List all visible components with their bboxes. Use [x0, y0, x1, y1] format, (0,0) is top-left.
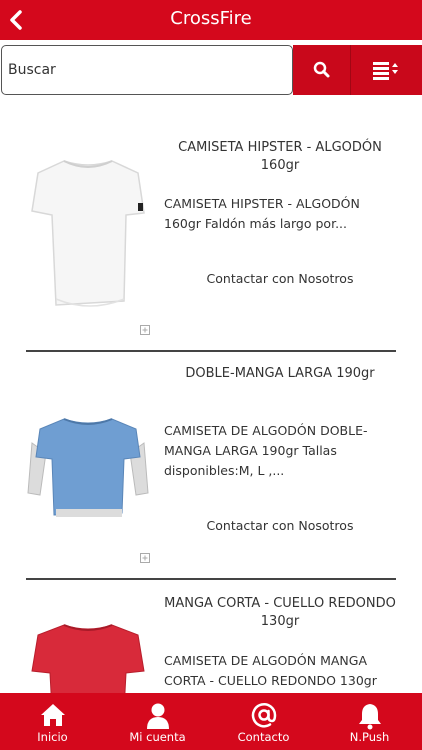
list-item[interactable]: CAMISETA HIPSTER - ALGODÓN 160gr CAMISET… [26, 135, 396, 345]
app-title: CrossFire [170, 8, 252, 29]
home-icon [40, 704, 65, 726]
contact-link[interactable]: Contactar con Nosotros [164, 271, 396, 286]
blue-double-sleeve-shirt-image [27, 418, 149, 517]
search-button[interactable] [293, 45, 351, 95]
divider [26, 350, 396, 352]
tab-label: Contacto [237, 730, 290, 744]
top-bar: CrossFire [0, 0, 422, 40]
list-sort-icon [373, 62, 398, 80]
at-icon [251, 703, 276, 728]
list-item[interactable]: MANGA CORTA - CUELLO REDONDO 130gr CAMIS… [26, 595, 396, 693]
expand-icon[interactable] [140, 553, 150, 563]
bell-icon [358, 704, 381, 730]
tab-n-push[interactable]: N.Push [317, 693, 422, 750]
product-description: CAMISETA HIPSTER - ALGODÓN 160gr Faldón … [164, 196, 360, 231]
red-tshirt-image [31, 624, 145, 693]
search-input[interactable] [1, 45, 293, 95]
product-list[interactable]: CAMISETA HIPSTER - ALGODÓN 160gr CAMISET… [0, 97, 422, 693]
tab-label: Inicio [37, 730, 68, 744]
product-title[interactable]: CAMISETA HIPSTER - ALGODÓN 160gr [164, 139, 396, 175]
tab-inicio[interactable]: Inicio [0, 693, 105, 750]
tab-label: N.Push [349, 730, 390, 744]
tab-label: Mi cuenta [129, 730, 186, 744]
list-item[interactable]: DOBLE-MANGA LARGA 190gr CAMISETA DE ALGO… [26, 365, 396, 575]
product-description: CAMISETA DE ALGODÓN DOBLE-MANGA LARGA 19… [164, 423, 368, 478]
expand-icon[interactable] [140, 325, 150, 335]
bottom-tab-bar: Inicio Mi cuenta Contacto N.Push [0, 693, 422, 750]
tab-contacto[interactable]: Contacto [211, 693, 316, 750]
contact-link[interactable]: Contactar con Nosotros [164, 518, 396, 533]
divider [26, 578, 396, 580]
search-icon [313, 61, 330, 78]
search-bar [0, 40, 422, 97]
product-title[interactable]: MANGA CORTA - CUELLO REDONDO 130gr [164, 595, 396, 631]
user-icon [146, 703, 169, 729]
product-description: CAMISETA DE ALGODÓN MANGA CORTA - CUELLO… [164, 653, 377, 688]
product-title[interactable]: DOBLE-MANGA LARGA 190gr [164, 365, 396, 383]
tab-mi-cuenta[interactable]: Mi cuenta [105, 693, 210, 750]
sort-button[interactable] [351, 45, 422, 95]
white-tshirt-image [31, 160, 145, 307]
